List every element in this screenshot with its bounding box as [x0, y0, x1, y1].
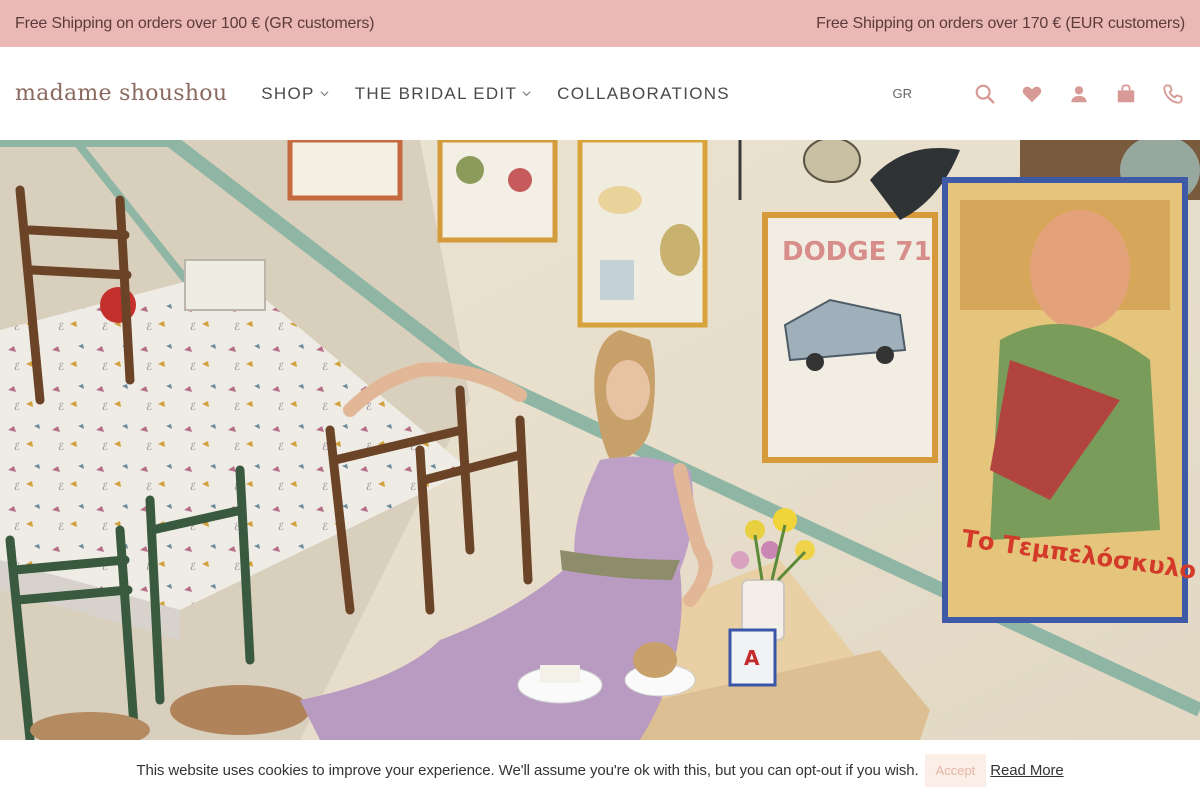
cookie-message: This website uses cookies to improve you… — [136, 761, 919, 779]
nav-item-label: SHOP — [261, 83, 315, 103]
language-switch[interactable]: GR — [893, 86, 913, 101]
poster-text-dodge: DODGE 71 — [782, 237, 932, 267]
svg-text:A: A — [744, 646, 760, 670]
read-more-link[interactable]: Read More — [990, 762, 1063, 779]
chevron-down-icon — [320, 91, 329, 97]
site-header: madame shoushou SHOP THE BRIDAL EDIT COL… — [0, 47, 1200, 140]
search-icon[interactable] — [973, 82, 997, 106]
user-icon[interactable] — [1067, 82, 1091, 106]
announcement-bar: Free Shipping on orders over 100 € (GR c… — [0, 0, 1200, 47]
accept-cookies-button[interactable]: Accept — [924, 753, 987, 787]
cookie-consent-bar: This website uses cookies to improve you… — [0, 740, 1200, 800]
nav-item-label: COLLABORATIONS — [557, 83, 730, 103]
hero-banner[interactable]: ℰ DODGE 71 — [0, 140, 1200, 740]
nav-item-collaborations[interactable]: COLLABORATIONS — [557, 84, 730, 104]
shipping-gr-text: Free Shipping on orders over 100 € (GR c… — [15, 14, 375, 32]
shipping-eur-text: Free Shipping on orders over 170 € (EUR … — [816, 14, 1185, 32]
hero-image: ℰ DODGE 71 — [0, 140, 1200, 740]
nav-item-bridal-edit[interactable]: THE BRIDAL EDIT — [355, 84, 531, 104]
chevron-down-icon — [522, 91, 531, 97]
heart-icon[interactable] — [1020, 82, 1044, 106]
site-logo[interactable]: madame shoushou — [15, 81, 227, 106]
nav-item-shop[interactable]: SHOP — [261, 83, 329, 104]
header-actions: GR — [893, 82, 1186, 106]
shopping-bag-icon[interactable] — [1114, 82, 1138, 106]
main-nav: SHOP THE BRIDAL EDIT COLLABORATIONS — [261, 84, 756, 104]
nav-item-label: THE BRIDAL EDIT — [354, 83, 518, 103]
phone-icon[interactable] — [1161, 82, 1185, 106]
